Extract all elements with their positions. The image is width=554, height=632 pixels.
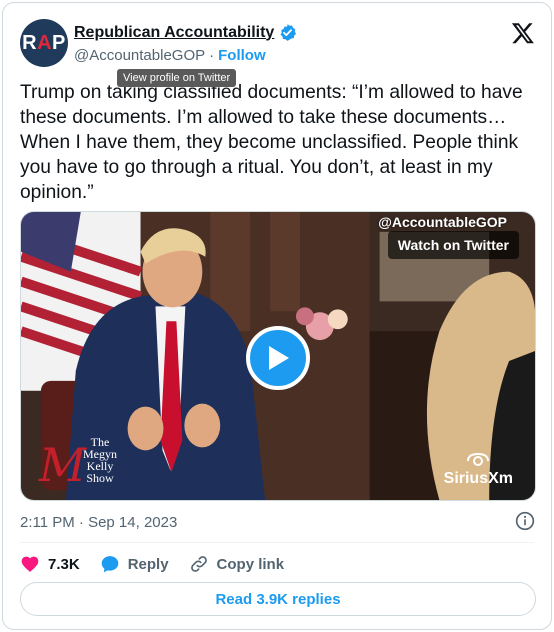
copy-link-action[interactable]: Copy link — [189, 554, 285, 574]
play-icon — [269, 346, 289, 370]
author-handle-row: @AccountableGOP · Follow — [74, 47, 266, 64]
heart-icon — [21, 556, 39, 572]
tweet-embed-card: RAP Republican Accountability @Accountab… — [2, 2, 552, 630]
megyn-kelly-show-logo: M The Megyn Kelly Show — [39, 434, 149, 494]
video-watermark-handle: @AccountableGOP — [378, 214, 507, 230]
like-count: 7.3K — [48, 555, 80, 573]
show-logo-text: The Megyn Kelly Show — [83, 435, 117, 485]
profile-tooltip: View profile on Twitter — [117, 69, 237, 87]
tweet-timestamp[interactable]: 2:11 PM · Sep 14, 2023 — [20, 514, 177, 531]
follow-button[interactable]: Follow — [218, 47, 266, 64]
avatar-letter-a: A — [37, 31, 53, 54]
x-logo-icon[interactable] — [511, 21, 535, 45]
siriusxm-logo: SiriusXm — [444, 452, 513, 488]
watch-on-twitter-button[interactable]: Watch on Twitter — [387, 231, 519, 259]
avatar-letter-r: R — [22, 31, 38, 54]
reply-bubble-icon — [101, 556, 119, 573]
verified-badge-icon — [280, 24, 297, 41]
video-media[interactable]: @AccountableGOP Watch on Twitter M The M… — [20, 211, 536, 501]
siriusxm-dog-icon — [467, 452, 490, 466]
divider — [20, 542, 534, 543]
avatar-letter-p: P — [52, 31, 66, 54]
siriusxm-label: SiriusXm — [443, 470, 513, 487]
author-name-row: Republican Accountability — [74, 23, 297, 42]
tweet-text: Trump on taking classified documents: “I… — [20, 82, 523, 203]
author-handle[interactable]: @AccountableGOP — [74, 47, 205, 64]
read-replies-button[interactable]: Read 3.9K replies — [20, 582, 536, 616]
reply-action[interactable]: Reply — [100, 554, 169, 574]
avatar[interactable]: RAP — [20, 19, 68, 67]
author-display-name[interactable]: Republican Accountability — [74, 24, 274, 42]
play-button[interactable] — [246, 326, 310, 390]
like-action[interactable]: 7.3K — [20, 554, 80, 574]
handle-separator: · — [209, 47, 215, 64]
copy-link-label: Copy link — [216, 555, 285, 573]
tweet-actions: 7.3K Reply Copy link — [20, 551, 304, 577]
link-icon — [190, 556, 207, 572]
info-icon[interactable] — [515, 511, 535, 531]
show-logo-letter: M — [39, 438, 87, 492]
reply-label: Reply — [127, 555, 169, 573]
